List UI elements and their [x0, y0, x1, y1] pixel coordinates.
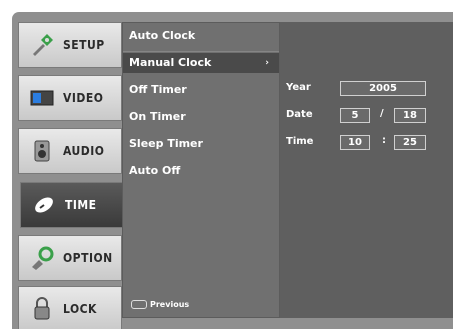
- category-setup[interactable]: SETUP: [18, 22, 122, 68]
- setup-icon: [27, 30, 57, 60]
- time-minute-field[interactable]: 25: [394, 135, 426, 150]
- time-separator: :: [382, 135, 386, 146]
- date-month-field[interactable]: 5: [340, 108, 370, 123]
- lock-icon: [27, 294, 57, 324]
- clock-icon: [29, 190, 59, 220]
- divider: [123, 51, 279, 52]
- date-separator: /: [380, 108, 384, 119]
- menu-item-auto-clock[interactable]: Auto Clock: [129, 26, 195, 46]
- previous-label: Previous: [150, 300, 190, 309]
- category-lock[interactable]: LOCK: [18, 286, 122, 329]
- time-submenu: Auto Clock Manual Clock › Off Timer On T…: [122, 22, 280, 318]
- menu-item-on-timer[interactable]: On Timer: [129, 107, 186, 127]
- category-column: SETUP VIDEO AUDIO TIME OPTION LOCK: [18, 22, 128, 329]
- category-label: LOCK: [63, 302, 97, 316]
- year-field[interactable]: 2005: [340, 81, 426, 96]
- audio-icon: [27, 136, 57, 166]
- previous-hint[interactable]: Previous: [131, 300, 189, 309]
- menu-item-off-timer[interactable]: Off Timer: [129, 80, 187, 100]
- tv-menu: SETUP VIDEO AUDIO TIME OPTION LOCK Auto …: [12, 12, 453, 329]
- category-label: TIME: [65, 198, 97, 212]
- video-icon: [27, 83, 57, 113]
- menu-key-icon: [131, 300, 147, 309]
- date-day-field[interactable]: 18: [394, 108, 426, 123]
- category-label: SETUP: [63, 38, 105, 52]
- category-video[interactable]: VIDEO: [18, 75, 122, 121]
- category-audio[interactable]: AUDIO: [18, 128, 122, 174]
- category-option[interactable]: OPTION: [18, 235, 122, 281]
- category-time[interactable]: TIME: [20, 182, 126, 228]
- year-label: Year: [286, 82, 311, 93]
- option-icon: [27, 243, 57, 273]
- chevron-right-icon: ›: [265, 58, 269, 68]
- menu-item-sleep-timer[interactable]: Sleep Timer: [129, 134, 203, 154]
- menu-item-auto-off[interactable]: Auto Off: [129, 161, 180, 181]
- time-hour-field[interactable]: 10: [340, 135, 370, 150]
- category-label: VIDEO: [63, 91, 104, 105]
- category-label: OPTION: [63, 251, 113, 265]
- date-label: Date: [286, 109, 313, 120]
- time-label: Time: [286, 136, 314, 147]
- menu-item-manual-clock[interactable]: Manual Clock ›: [123, 53, 279, 73]
- manual-clock-panel: Year 2005 Date 5 / 18 Time 10 : 25: [280, 22, 453, 318]
- category-label: AUDIO: [63, 144, 105, 158]
- menu-item-label: Manual Clock: [129, 56, 212, 69]
